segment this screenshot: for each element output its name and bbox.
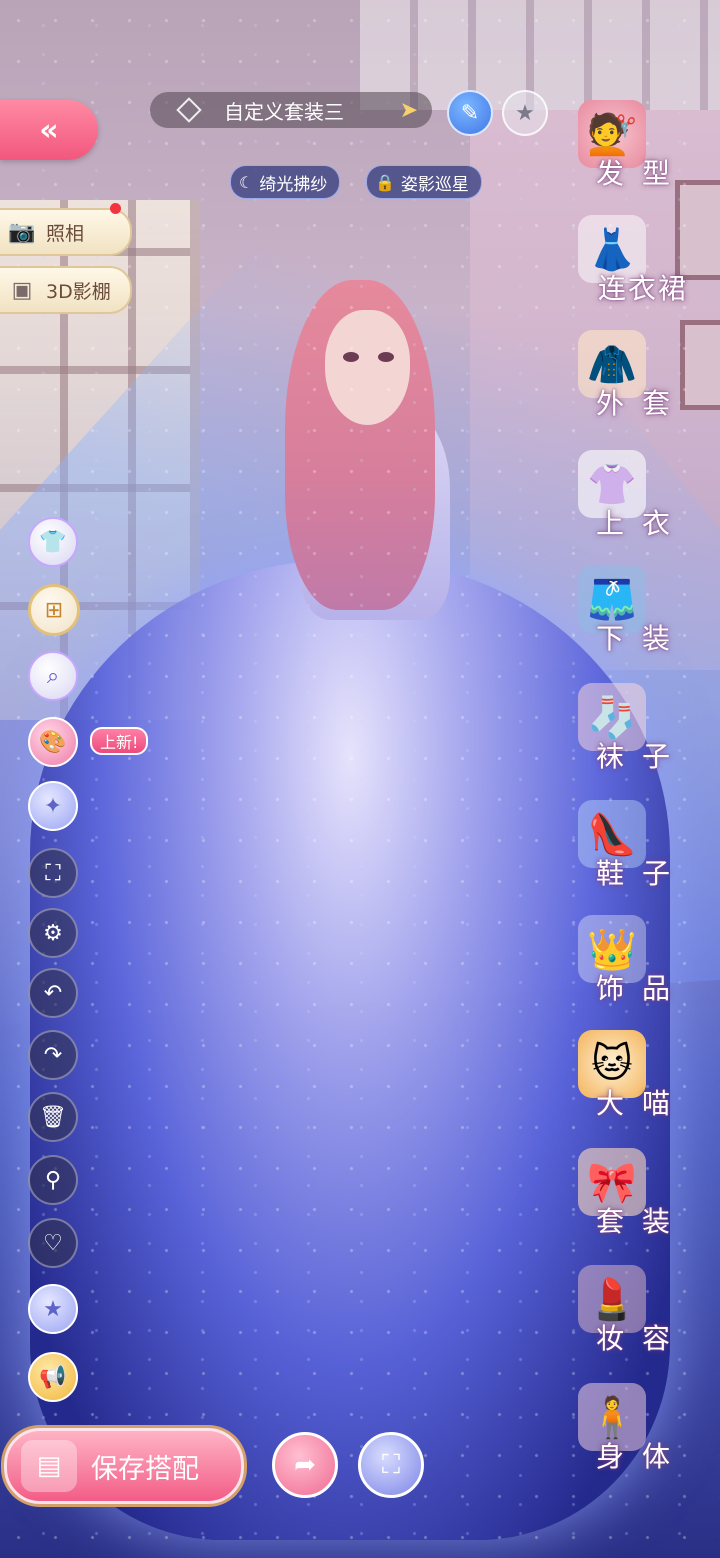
redo-button[interactable]: ↷: [28, 1030, 78, 1080]
undo-button[interactable]: ↶: [28, 968, 78, 1018]
delete-button[interactable]: 🗑: [28, 1092, 78, 1142]
outfit-frame-icon: ⛶: [381, 1449, 401, 1480]
cube-icon: ▣: [11, 277, 33, 303]
category-label: 妆容: [595, 1322, 688, 1355]
save-label: 保存搭配: [91, 1453, 199, 1485]
fullscreen-icon: ⛶: [45, 860, 61, 886]
category-coat[interactable]: 🧥 外套: [578, 330, 718, 430]
star-badge-icon: ★: [43, 1296, 63, 1322]
add-layer-icon: ⊞: [44, 597, 64, 623]
moon-icon: ☾: [239, 172, 254, 192]
category-top[interactable]: 👚 上衣: [578, 450, 718, 550]
star-sparkle-icon: ✦: [43, 793, 63, 819]
heart-icon: ♡: [43, 1230, 63, 1256]
share-icon: ➦: [294, 1450, 316, 1480]
category-label: 袜子: [595, 740, 688, 773]
diamond-icon: [176, 97, 202, 123]
category-suit[interactable]: 🎀 套装: [578, 1148, 718, 1248]
tag-label: 绮光拂纱: [259, 174, 328, 195]
search-compare-icon: ⌕: [46, 663, 60, 689]
save-outfit-button[interactable]: ▤ 保存搭配: [4, 1428, 244, 1504]
add-layer-tool[interactable]: ⊞: [28, 584, 80, 636]
redo-icon: ↷: [43, 1042, 63, 1068]
settings-button[interactable]: ⚙: [28, 908, 78, 958]
sparkle-tool[interactable]: ✦: [28, 781, 78, 831]
photo-label: 照相: [46, 222, 85, 245]
category-label: 饰品: [595, 972, 688, 1005]
tag-label: 姿影巡星: [400, 174, 469, 195]
undo-icon: ↶: [43, 980, 63, 1006]
category-accessories[interactable]: 👑 饰品: [578, 915, 718, 1015]
share-button[interactable]: ➦: [272, 1432, 338, 1498]
category-socks[interactable]: 🧦 袜子: [578, 683, 718, 783]
category-cat[interactable]: 🐱 大喵: [578, 1030, 718, 1130]
star-badge-button[interactable]: ★: [28, 1284, 78, 1334]
new-badge: 上新!: [90, 727, 149, 755]
notification-dot: [110, 203, 121, 214]
wardrobe-icon: ▤: [21, 1440, 77, 1492]
arrow-right-icon: ➤: [399, 97, 418, 123]
zoom-icon: ⚲: [44, 1167, 62, 1193]
category-label: 大喵: [595, 1087, 688, 1120]
category-makeup[interactable]: 💄 妆容: [578, 1265, 718, 1365]
suit-selector[interactable]: 自定义套装三 ➤: [150, 92, 432, 128]
tag-qiguang[interactable]: ☾ 绮光拂纱: [230, 165, 341, 199]
gear-icon: ⚙: [43, 920, 63, 946]
back-button[interactable]: «: [0, 100, 98, 160]
category-dress[interactable]: 👗 连衣裙: [578, 215, 718, 315]
palette-icon: 🎨: [39, 729, 67, 755]
lock-icon: 🔒: [375, 172, 395, 192]
category-label: 外套: [595, 387, 688, 420]
suit-name: 自定义套装三: [224, 99, 344, 124]
camera-icon: 📷: [8, 219, 36, 245]
pencil-icon: ✎: [460, 100, 480, 126]
category-label: 身体: [595, 1440, 688, 1473]
category-hairstyle[interactable]: 💇 发型: [578, 100, 718, 200]
edit-button[interactable]: ✎: [447, 90, 493, 136]
category-label: 下装: [595, 622, 688, 655]
zoom-button[interactable]: ⚲: [28, 1155, 78, 1205]
fullscreen-button[interactable]: ⛶: [28, 848, 78, 898]
favorite-button[interactable]: ★: [502, 90, 548, 136]
category-label: 上衣: [595, 507, 688, 540]
announcement-button[interactable]: 📢: [28, 1352, 78, 1402]
category-shoes[interactable]: 👠 鞋子: [578, 800, 718, 900]
category-body[interactable]: 🧍 身体: [578, 1383, 718, 1483]
double-chevron-left-icon: «: [39, 112, 59, 148]
outfit-tool[interactable]: 👕: [28, 517, 78, 567]
star-icon: ★: [515, 100, 535, 126]
megaphone-icon: 📢: [39, 1364, 67, 1390]
tag-ziying[interactable]: 🔒 姿影巡星: [366, 165, 482, 199]
studio-button[interactable]: ▣ 3D影棚: [0, 266, 132, 314]
category-label: 套装: [595, 1205, 688, 1238]
studio-label: 3D影棚: [46, 280, 111, 303]
outfit-icon: 👕: [39, 529, 67, 555]
category-label: 鞋子: [595, 857, 688, 890]
outfit-frame-button[interactable]: ⛶: [358, 1432, 424, 1498]
category-label: 连衣裙: [597, 272, 688, 305]
category-label: 发型: [595, 157, 688, 190]
category-bottom[interactable]: 🩳 下装: [578, 565, 718, 665]
palette-tool[interactable]: 🎨: [28, 717, 78, 767]
favorite-outfit-button[interactable]: ♡: [28, 1218, 78, 1268]
search-compare-tool[interactable]: ⌕: [28, 651, 78, 701]
photo-button[interactable]: 📷 照相: [0, 208, 132, 256]
trash-icon: 🗑: [39, 1104, 67, 1130]
